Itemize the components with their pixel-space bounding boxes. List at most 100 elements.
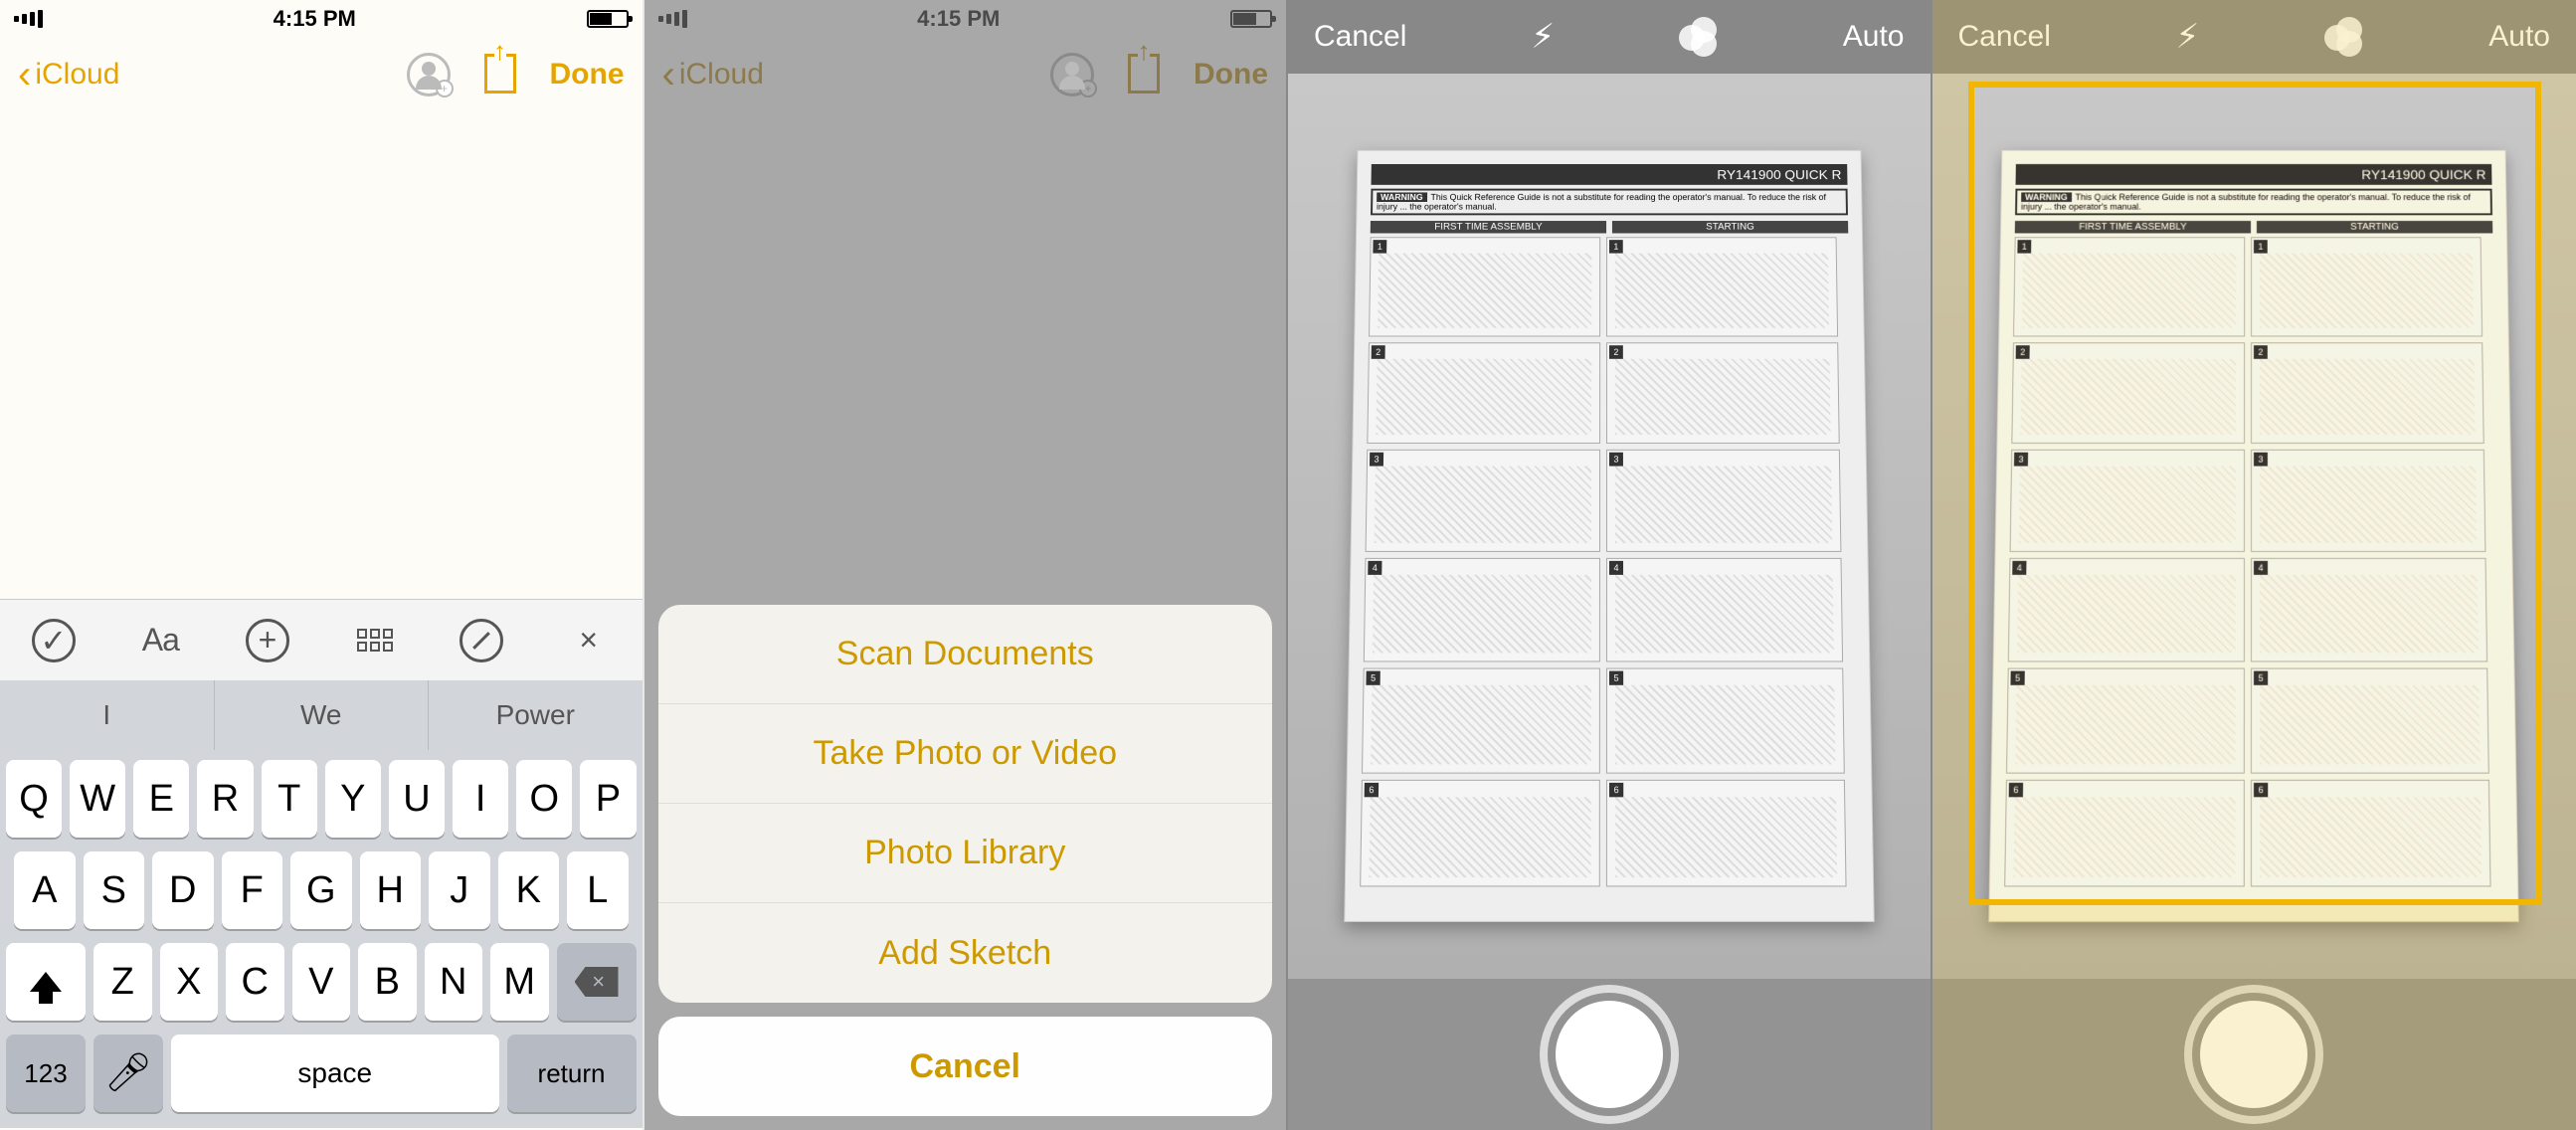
back-button[interactable]: ‹ iCloud [18,55,119,94]
signal-icon [14,10,43,28]
key-a[interactable]: A [14,851,76,929]
status-time: 4:15 PM [917,6,1000,32]
shutter-button[interactable] [1548,993,1671,1116]
key-t[interactable]: T [262,760,317,838]
key-row-1: Q W E R T Y U I O P [6,760,637,838]
sheet-cancel[interactable]: Cancel [658,1017,1273,1116]
key-b[interactable]: B [358,943,417,1021]
filter-icon[interactable] [1679,17,1719,57]
suggestion-bar: I We Power [0,680,643,750]
mic-icon: 🎤︎ [104,1051,152,1095]
suggestion-3[interactable]: Power [429,680,643,750]
back-label: iCloud [35,58,119,92]
key-shift[interactable] [6,943,86,1021]
camera-cancel[interactable]: Cancel [1314,20,1406,54]
sheet-take-photo[interactable]: Take Photo or Video [658,704,1273,804]
doc-title: RY141900 QUICK R [1371,164,1847,185]
key-v[interactable]: V [292,943,351,1021]
scan-camera-pane: Cancel ⚡︎ Auto RY141900 QUICK R WARNINGT… [1288,0,1932,1130]
key-y[interactable]: Y [325,760,381,838]
battery-icon [1230,10,1272,28]
key-123[interactable]: 123 [6,1035,86,1112]
add-person-icon: + [1050,53,1094,96]
key-x[interactable]: X [160,943,219,1021]
key-z[interactable]: Z [93,943,152,1021]
camera-viewport[interactable]: RY141900 QUICK R WARNINGThis Quick Refer… [1932,74,2576,979]
key-r[interactable]: R [197,760,253,838]
nav-bar-dimmed: ‹ iCloud + ↑ Done [644,38,1287,111]
key-w[interactable]: W [70,760,125,838]
doc-warning-label: WARNING [1377,192,1427,202]
back-label: iCloud [679,58,764,92]
text-format-button[interactable]: Aa [138,619,182,662]
camera-auto[interactable]: Auto [2488,20,2550,54]
doc-warning: WARNINGThis Quick Reference Guide is not… [1371,189,1848,216]
camera-cancel[interactable]: Cancel [1958,20,2051,54]
keyboard-toolbar: ✓ Aa + × [0,599,643,680]
key-s[interactable]: S [84,851,145,929]
chevron-left-icon: ‹ [18,55,31,94]
key-i[interactable]: I [453,760,508,838]
key-c[interactable]: C [226,943,284,1021]
checkmark-circle-icon[interactable]: ✓ [32,619,76,662]
key-e[interactable]: E [133,760,189,838]
notes-editor-pane: 4:15 PM ‹ iCloud + ↑ Done ✓ Aa + × I We … [0,0,644,1130]
suggestion-1[interactable]: I [0,680,215,750]
delete-icon [575,967,619,997]
plus-badge-icon: + [436,80,454,97]
suggestion-2[interactable]: We [215,680,430,750]
markup-icon[interactable] [460,619,503,662]
camera-bottom-bar [1932,979,2576,1130]
sheet-scan-documents[interactable]: Scan Documents [658,605,1273,704]
key-g[interactable]: G [290,851,352,929]
doc-col2: STARTING [1612,221,1848,233]
key-space[interactable]: space [171,1035,499,1112]
key-d[interactable]: D [152,851,214,929]
signal-icon [658,10,687,28]
key-u[interactable]: U [389,760,445,838]
camera-bottom-bar [1288,979,1931,1130]
dismiss-icon[interactable]: × [567,619,611,662]
nav-bar: ‹ iCloud + ↑ Done [0,38,643,111]
action-sheet-group: Scan Documents Take Photo or Video Photo… [658,605,1273,1003]
key-m[interactable]: M [490,943,549,1021]
key-k[interactable]: K [498,851,560,929]
done-button[interactable]: Done [550,58,625,92]
camera-viewport[interactable]: RY141900 QUICK R WARNINGThis Quick Refer… [1288,74,1931,979]
key-h[interactable]: H [360,851,422,929]
key-delete[interactable] [557,943,637,1021]
key-l[interactable]: L [567,851,629,929]
shutter-button[interactable] [2192,993,2315,1116]
key-f[interactable]: F [222,851,283,929]
camera-auto[interactable]: Auto [1843,20,1905,54]
doc-col1: FIRST TIME ASSEMBLY [1370,221,1605,233]
action-sheet: Scan Documents Take Photo or Video Photo… [658,605,1273,1116]
filter-icon[interactable] [2324,17,2364,57]
key-row-3: Z X C V B N M [6,943,637,1021]
status-time: 4:15 PM [274,6,356,32]
key-row-4: 123 🎤︎ space return [6,1035,637,1112]
key-row-2: A S D F G H J K L [6,851,637,929]
plus-badge-icon: + [1079,80,1097,97]
share-button[interactable]: ↑ [484,56,516,94]
table-icon[interactable] [353,619,397,662]
key-p[interactable]: P [580,760,636,838]
plus-circle-icon[interactable]: + [246,619,289,662]
document-in-view: RY141900 QUICK R WARNINGThis Quick Refer… [1344,150,1875,922]
shift-icon [30,972,62,992]
battery-icon [587,10,629,28]
flash-icon[interactable]: ⚡︎ [2175,17,2199,57]
add-person-icon[interactable]: + [407,53,451,96]
key-mic[interactable]: 🎤︎ [93,1035,163,1112]
done-button: Done [1194,58,1268,92]
sheet-add-sketch[interactable]: Add Sketch [658,903,1273,1003]
key-return[interactable]: return [507,1035,637,1112]
key-j[interactable]: J [429,851,490,929]
key-o[interactable]: O [516,760,572,838]
note-body[interactable] [0,111,643,599]
camera-top-bar: Cancel ⚡︎ Auto [1932,0,2576,74]
key-n[interactable]: N [425,943,483,1021]
flash-icon[interactable]: ⚡︎ [1531,17,1555,57]
sheet-photo-library[interactable]: Photo Library [658,804,1273,903]
key-q[interactable]: Q [6,760,62,838]
